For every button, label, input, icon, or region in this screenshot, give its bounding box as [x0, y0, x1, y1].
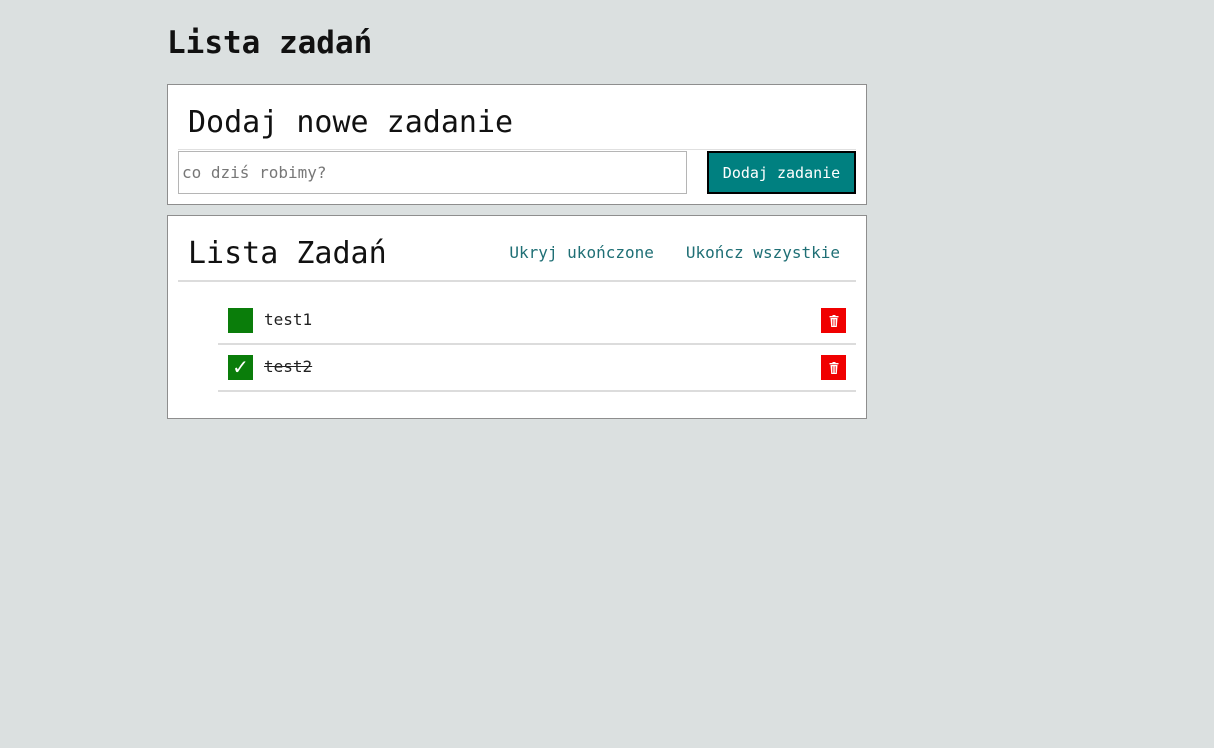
divider [178, 280, 856, 282]
task-item: test1 [218, 298, 856, 345]
task-list: test1 ✓ test2 [218, 298, 856, 392]
page: Lista zadań Dodaj nowe zadanie Dodaj zad… [167, 0, 867, 419]
hide-completed-link[interactable]: Ukryj ukończone [509, 243, 654, 263]
task-text: test1 [264, 310, 313, 329]
new-task-input[interactable] [178, 151, 687, 194]
trash-icon [829, 314, 838, 327]
complete-all-link[interactable]: Ukończ wszystkie [686, 243, 840, 263]
delete-task-button[interactable] [821, 355, 846, 380]
task-list-card: Lista Zadań Ukryj ukończone Ukończ wszys… [167, 215, 867, 419]
task-list-heading: Lista Zadań [188, 236, 387, 271]
add-task-heading: Dodaj nowe zadanie [188, 105, 514, 140]
delete-task-button[interactable] [821, 308, 846, 333]
task-text-completed: test2 [264, 357, 313, 376]
task-item: ✓ test2 [218, 345, 856, 392]
task-checkbox-checked[interactable]: ✓ [228, 355, 253, 380]
divider [178, 149, 856, 150]
trash-icon [829, 361, 838, 374]
list-actions: Ukryj ukończone Ukończ wszystkie [509, 243, 840, 263]
task-checkbox[interactable] [228, 308, 253, 333]
add-task-card: Dodaj nowe zadanie Dodaj zadanie [167, 84, 867, 205]
page-title: Lista zadań [167, 25, 373, 61]
add-task-button[interactable]: Dodaj zadanie [707, 151, 856, 194]
